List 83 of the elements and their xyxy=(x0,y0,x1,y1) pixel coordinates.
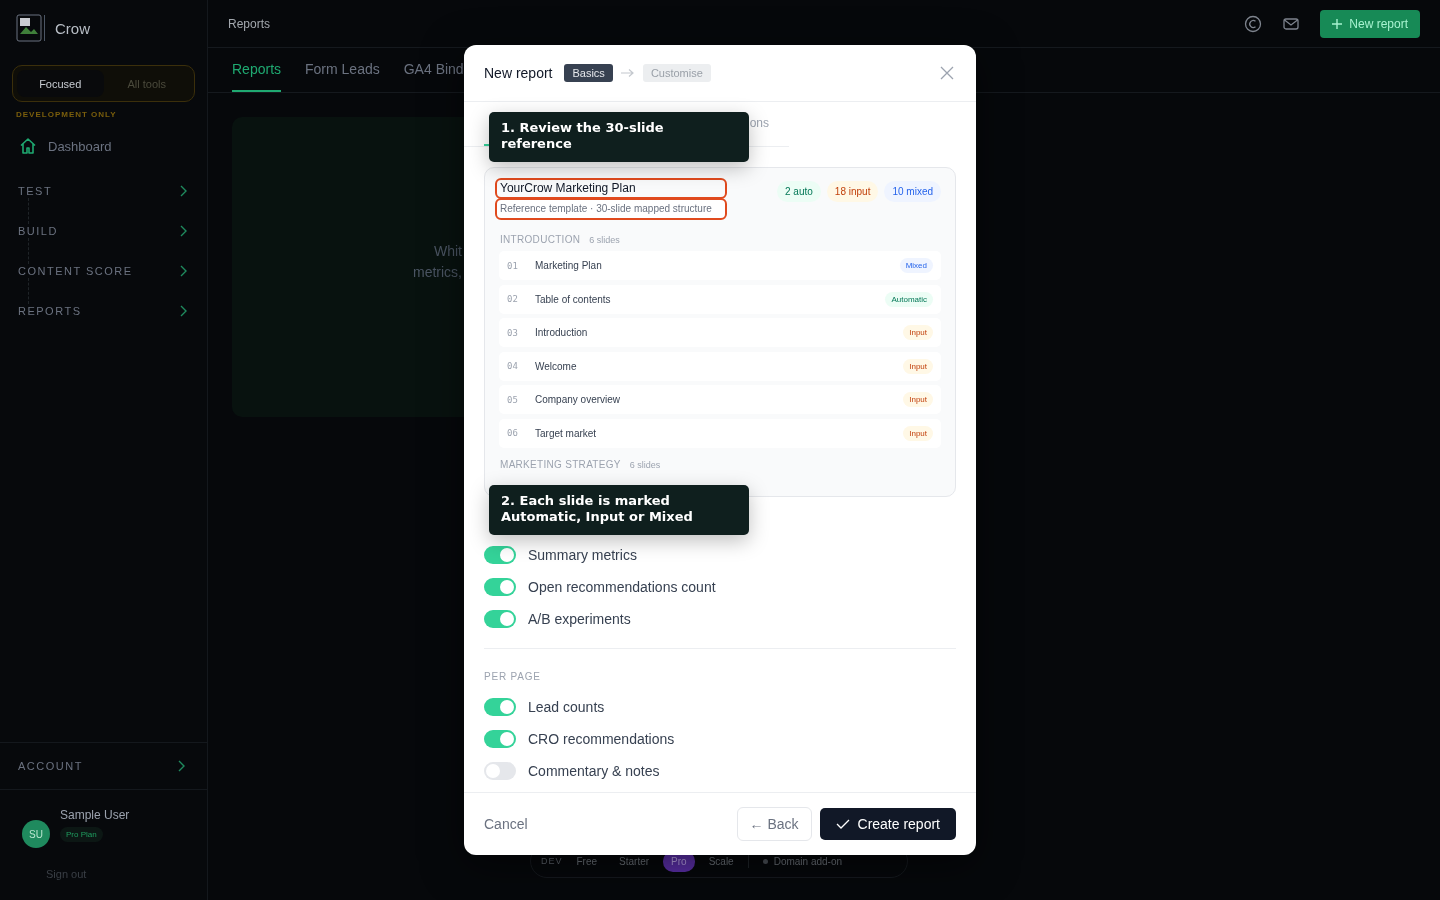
tab[interactable]: Form Leads xyxy=(305,48,380,92)
chevron-right-icon xyxy=(179,225,187,237)
dev-label: DEV xyxy=(541,856,563,866)
slide-tag: Input xyxy=(903,358,933,374)
toggle-switch[interactable] xyxy=(484,762,516,780)
arrow-icon xyxy=(620,68,635,78)
slide-number: 02 xyxy=(507,294,519,304)
slide-tag: Input xyxy=(903,325,933,340)
toggle-switch[interactable] xyxy=(484,698,516,716)
check-icon xyxy=(835,819,850,829)
count-badge: 10 mixed xyxy=(884,181,941,202)
tooltip: 1. Review the 30-slide reference xyxy=(489,112,749,162)
page-title: Reports xyxy=(228,16,271,31)
section-title: INTRODUCTION xyxy=(500,234,581,245)
slide-name: Target market xyxy=(535,427,598,439)
step-chip: Customise xyxy=(642,64,711,82)
slide-tag: Input xyxy=(903,392,933,407)
slide-name: Introduction xyxy=(535,327,589,338)
circle-c-icon[interactable] xyxy=(1244,14,1263,33)
count-badge: 18 input xyxy=(826,181,879,202)
account-group[interactable]: ACCOUNT xyxy=(0,742,207,790)
option-label: A/B experiments xyxy=(528,611,631,627)
slide-number: 04 xyxy=(507,361,519,371)
back-button[interactable]: ← Back xyxy=(736,807,812,841)
mode-option[interactable]: Focused xyxy=(17,70,104,97)
step-chip: Basics xyxy=(564,64,613,82)
plan-option[interactable]: Scale xyxy=(700,850,742,872)
group-label: PER PAGE xyxy=(484,671,542,683)
cancel-link[interactable]: Cancel xyxy=(484,816,528,832)
chevron-right-icon xyxy=(179,265,187,277)
template-subtitle: Reference template · 30-slide mapped structure xyxy=(495,198,727,220)
slide-number: 05 xyxy=(507,394,519,405)
plan-option[interactable]: Starter xyxy=(611,850,658,872)
option-label: CRO recommendations xyxy=(528,731,675,747)
slide-name: Company overview xyxy=(535,394,622,405)
slide-name: Marketing Plan xyxy=(535,260,603,271)
nav-group[interactable]: CONTENT SCORE xyxy=(18,264,189,278)
nav-group[interactable]: TEST xyxy=(18,184,189,198)
dev-note: DEVELOPMENT ONLY xyxy=(16,110,118,119)
toggle-switch[interactable] xyxy=(484,546,516,564)
plan-badge: Pro Plan xyxy=(60,827,103,842)
tab[interactable]: GA4 Bind xyxy=(403,48,464,92)
option-label: Summary metrics xyxy=(528,547,637,563)
image-icon xyxy=(16,14,42,42)
slide-name: Table of contents xyxy=(535,293,612,305)
section-count: 6 slides xyxy=(629,459,661,470)
user-name: Sample User xyxy=(60,808,130,822)
slide-number: 03 xyxy=(507,327,519,338)
toggle-switch[interactable] xyxy=(484,578,516,596)
tab[interactable]: Reports xyxy=(232,48,282,92)
slide-tag: Mixed xyxy=(899,258,933,273)
toggle-switch[interactable] xyxy=(484,610,516,628)
empty-state-text: Whit xyxy=(433,242,462,261)
toggle-switch[interactable] xyxy=(484,730,516,748)
plan-option[interactable]: Free xyxy=(568,850,606,872)
count-badge: 2 auto xyxy=(777,181,821,202)
empty-state-text: metrics, xyxy=(412,263,462,282)
section-count: 6 slides xyxy=(589,235,620,245)
nav-item[interactable]: Dashboard xyxy=(18,136,189,156)
slide-tag: Input xyxy=(903,425,933,441)
option-label: Open recommendations count xyxy=(528,579,716,595)
chevron-right-icon xyxy=(179,185,187,197)
nav-group[interactable]: REPORTS xyxy=(18,304,189,318)
create-report-button[interactable]: Create report xyxy=(819,808,956,840)
home-icon xyxy=(18,136,38,156)
slide-tag: Automatic xyxy=(885,291,933,307)
nav-group[interactable]: BUILD xyxy=(18,224,189,238)
chevron-right-icon xyxy=(177,760,185,772)
tooltip: 2. Each slide is marked Automatic, Input or Mixed xyxy=(489,485,749,535)
option-label: Commentary & notes xyxy=(528,763,660,779)
plus-icon xyxy=(1332,18,1343,29)
dialog-title: New report xyxy=(484,65,553,81)
chevron-right-icon xyxy=(179,305,187,317)
new-report-button[interactable]: New report xyxy=(1320,9,1420,38)
option-label: Lead counts xyxy=(528,699,605,715)
section-title: MARKETING STRATEGY xyxy=(500,458,621,470)
brand-name: Crow xyxy=(55,19,90,37)
close-icon[interactable] xyxy=(940,66,954,80)
tab[interactable]: ons xyxy=(749,102,769,146)
slide-name: Welcome xyxy=(535,360,578,372)
slide-number: 01 xyxy=(507,260,519,271)
avatar: SU xyxy=(22,820,50,848)
slide-number: 06 xyxy=(507,428,519,438)
